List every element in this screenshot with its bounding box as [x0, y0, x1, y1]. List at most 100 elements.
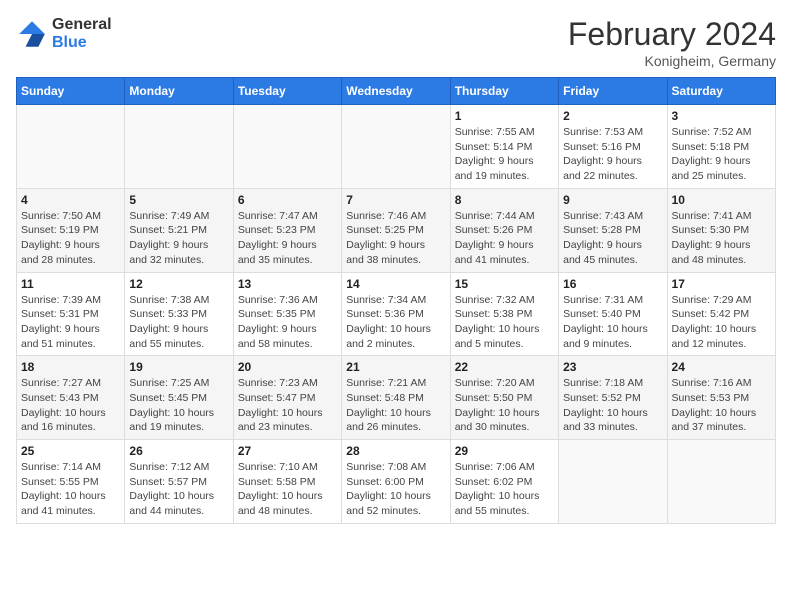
- day-number: 28: [346, 444, 445, 458]
- day-info: Sunrise: 7:12 AM Sunset: 5:57 PM Dayligh…: [129, 460, 228, 519]
- day-info: Sunrise: 7:41 AM Sunset: 5:30 PM Dayligh…: [672, 209, 771, 268]
- calendar-cell: 1 Sunrise: 7:55 AM Sunset: 5:14 PM Daylig…: [450, 105, 558, 189]
- day-number: 26: [129, 444, 228, 458]
- day-number: 8: [455, 193, 554, 207]
- weekday-header: Sunday: [17, 78, 125, 105]
- calendar-cell: 16 Sunrise: 7:31 AM Sunset: 5:40 PM Dayli…: [559, 272, 667, 356]
- title-area: February 2024 Konigheim, Germany: [568, 16, 776, 69]
- calendar-cell: 6Sunrise: 7:47 AM Sunset: 5:23 PM Daylig…: [233, 188, 341, 272]
- calendar-table: SundayMondayTuesdayWednesdayThursdayFrid…: [16, 77, 776, 524]
- calendar-cell: 29Sunrise: 7:06 AM Sunset: 6:02 PM Dayli…: [450, 440, 558, 524]
- day-info: Sunrise: 7:06 AM Sunset: 6:02 PM Dayligh…: [455, 460, 554, 519]
- calendar-cell: 11 Sunrise: 7:39 AM Sunset: 5:31 PM Dayli…: [17, 272, 125, 356]
- logo-icon: [16, 18, 48, 50]
- calendar-cell: 4Sunrise: 7:50 AM Sunset: 5:19 PM Daylig…: [17, 188, 125, 272]
- calendar-cell: 15 Sunrise: 7:32 AM Sunset: 5:38 PM Dayli…: [450, 272, 558, 356]
- weekday-header: Friday: [559, 78, 667, 105]
- day-info: Sunrise: 7:21 AM Sunset: 5:48 PM Dayligh…: [346, 376, 445, 435]
- calendar-cell: 3Sunrise: 7:52 AM Sunset: 5:18 PM Daylig…: [667, 105, 775, 189]
- day-number: 3: [672, 109, 771, 123]
- day-info: Sunrise: 7:27 AM Sunset: 5:43 PM Dayligh…: [21, 376, 120, 435]
- header: General Blue February 2024 Konigheim, Ge…: [16, 16, 776, 69]
- logo: General Blue: [16, 16, 112, 51]
- weekday-row: SundayMondayTuesdayWednesdayThursdayFrid…: [17, 78, 776, 105]
- day-number: 17: [672, 277, 771, 291]
- calendar-cell: [342, 105, 450, 189]
- day-number: 22: [455, 360, 554, 374]
- day-info: Sunrise: 7:25 AM Sunset: 5:45 PM Dayligh…: [129, 376, 228, 435]
- day-number: 15: [455, 277, 554, 291]
- day-number: 1: [455, 109, 554, 123]
- page-title: February 2024: [568, 16, 776, 53]
- calendar-cell: 20Sunrise: 7:23 AM Sunset: 5:47 PM Dayli…: [233, 356, 341, 440]
- calendar-header: SundayMondayTuesdayWednesdayThursdayFrid…: [17, 78, 776, 105]
- day-number: 18: [21, 360, 120, 374]
- calendar-cell: [125, 105, 233, 189]
- day-info: Sunrise: 7:14 AM Sunset: 5:55 PM Dayligh…: [21, 460, 120, 519]
- calendar-cell: 21Sunrise: 7:21 AM Sunset: 5:48 PM Dayli…: [342, 356, 450, 440]
- day-info: Sunrise: 7:20 AM Sunset: 5:50 PM Dayligh…: [455, 376, 554, 435]
- day-number: 27: [238, 444, 337, 458]
- calendar-cell: 14 Sunrise: 7:34 AM Sunset: 5:36 PM Dayli…: [342, 272, 450, 356]
- calendar-cell: [667, 440, 775, 524]
- day-number: 25: [21, 444, 120, 458]
- day-info: Sunrise: 7:18 AM Sunset: 5:52 PM Dayligh…: [563, 376, 662, 435]
- calendar-cell: 2 Sunrise: 7:53 AM Sunset: 5:16 PM Daylig…: [559, 105, 667, 189]
- day-info: Sunrise: 7:16 AM Sunset: 5:53 PM Dayligh…: [672, 376, 771, 435]
- day-number: 14: [346, 277, 445, 291]
- calendar-cell: 28Sunrise: 7:08 AM Sunset: 6:00 PM Dayli…: [342, 440, 450, 524]
- day-info: Sunrise: 7:53 AM Sunset: 5:16 PM Dayligh…: [563, 125, 662, 184]
- calendar-cell: 24Sunrise: 7:16 AM Sunset: 5:53 PM Dayli…: [667, 356, 775, 440]
- day-number: 11: [21, 277, 120, 291]
- calendar-cell: 25 Sunrise: 7:14 AM Sunset: 5:55 PM Dayli…: [17, 440, 125, 524]
- calendar-cell: 13 Sunrise: 7:36 AM Sunset: 5:35 PM Dayli…: [233, 272, 341, 356]
- day-info: Sunrise: 7:38 AM Sunset: 5:33 PM Dayligh…: [129, 293, 228, 352]
- weekday-header: Wednesday: [342, 78, 450, 105]
- calendar-cell: 12 Sunrise: 7:38 AM Sunset: 5:33 PM Dayli…: [125, 272, 233, 356]
- day-number: 20: [238, 360, 337, 374]
- day-number: 13: [238, 277, 337, 291]
- calendar-cell: 10 Sunrise: 7:41 AM Sunset: 5:30 PM Dayli…: [667, 188, 775, 272]
- calendar-cell: 7 Sunrise: 7:46 AM Sunset: 5:25 PM Daylig…: [342, 188, 450, 272]
- calendar-week-row: 18 Sunrise: 7:27 AM Sunset: 5:43 PM Dayli…: [17, 356, 776, 440]
- day-info: Sunrise: 7:55 AM Sunset: 5:14 PM Dayligh…: [455, 125, 554, 184]
- calendar-cell: 23Sunrise: 7:18 AM Sunset: 5:52 PM Dayli…: [559, 356, 667, 440]
- day-number: 19: [129, 360, 228, 374]
- calendar-week-row: 4Sunrise: 7:50 AM Sunset: 5:19 PM Daylig…: [17, 188, 776, 272]
- weekday-header: Thursday: [450, 78, 558, 105]
- calendar-cell: 17Sunrise: 7:29 AM Sunset: 5:42 PM Dayli…: [667, 272, 775, 356]
- day-number: 16: [563, 277, 662, 291]
- day-info: Sunrise: 7:49 AM Sunset: 5:21 PM Dayligh…: [129, 209, 228, 268]
- logo-text: General Blue: [52, 16, 112, 51]
- day-number: 10: [672, 193, 771, 207]
- calendar-cell: 22 Sunrise: 7:20 AM Sunset: 5:50 PM Dayli…: [450, 356, 558, 440]
- calendar-week-row: 11 Sunrise: 7:39 AM Sunset: 5:31 PM Dayli…: [17, 272, 776, 356]
- calendar-cell: 18 Sunrise: 7:27 AM Sunset: 5:43 PM Dayli…: [17, 356, 125, 440]
- day-number: 4: [21, 193, 120, 207]
- day-info: Sunrise: 7:31 AM Sunset: 5:40 PM Dayligh…: [563, 293, 662, 352]
- calendar-cell: 5Sunrise: 7:49 AM Sunset: 5:21 PM Daylig…: [125, 188, 233, 272]
- day-number: 12: [129, 277, 228, 291]
- day-number: 7: [346, 193, 445, 207]
- weekday-header: Saturday: [667, 78, 775, 105]
- day-info: Sunrise: 7:39 AM Sunset: 5:31 PM Dayligh…: [21, 293, 120, 352]
- day-info: Sunrise: 7:34 AM Sunset: 5:36 PM Dayligh…: [346, 293, 445, 352]
- day-info: Sunrise: 7:36 AM Sunset: 5:35 PM Dayligh…: [238, 293, 337, 352]
- calendar-week-row: 1 Sunrise: 7:55 AM Sunset: 5:14 PM Daylig…: [17, 105, 776, 189]
- day-info: Sunrise: 7:44 AM Sunset: 5:26 PM Dayligh…: [455, 209, 554, 268]
- calendar-cell: 26 Sunrise: 7:12 AM Sunset: 5:57 PM Dayli…: [125, 440, 233, 524]
- calendar-cell: [233, 105, 341, 189]
- day-info: Sunrise: 7:46 AM Sunset: 5:25 PM Dayligh…: [346, 209, 445, 268]
- day-number: 2: [563, 109, 662, 123]
- calendar-cell: 19 Sunrise: 7:25 AM Sunset: 5:45 PM Dayli…: [125, 356, 233, 440]
- calendar-cell: 9Sunrise: 7:43 AM Sunset: 5:28 PM Daylig…: [559, 188, 667, 272]
- calendar-cell: 27Sunrise: 7:10 AM Sunset: 5:58 PM Dayli…: [233, 440, 341, 524]
- calendar-cell: [559, 440, 667, 524]
- day-info: Sunrise: 7:43 AM Sunset: 5:28 PM Dayligh…: [563, 209, 662, 268]
- day-info: Sunrise: 7:47 AM Sunset: 5:23 PM Dayligh…: [238, 209, 337, 268]
- calendar-week-row: 25 Sunrise: 7:14 AM Sunset: 5:55 PM Dayli…: [17, 440, 776, 524]
- page-subtitle: Konigheim, Germany: [568, 53, 776, 69]
- weekday-header: Tuesday: [233, 78, 341, 105]
- day-info: Sunrise: 7:32 AM Sunset: 5:38 PM Dayligh…: [455, 293, 554, 352]
- calendar-cell: 8 Sunrise: 7:44 AM Sunset: 5:26 PM Daylig…: [450, 188, 558, 272]
